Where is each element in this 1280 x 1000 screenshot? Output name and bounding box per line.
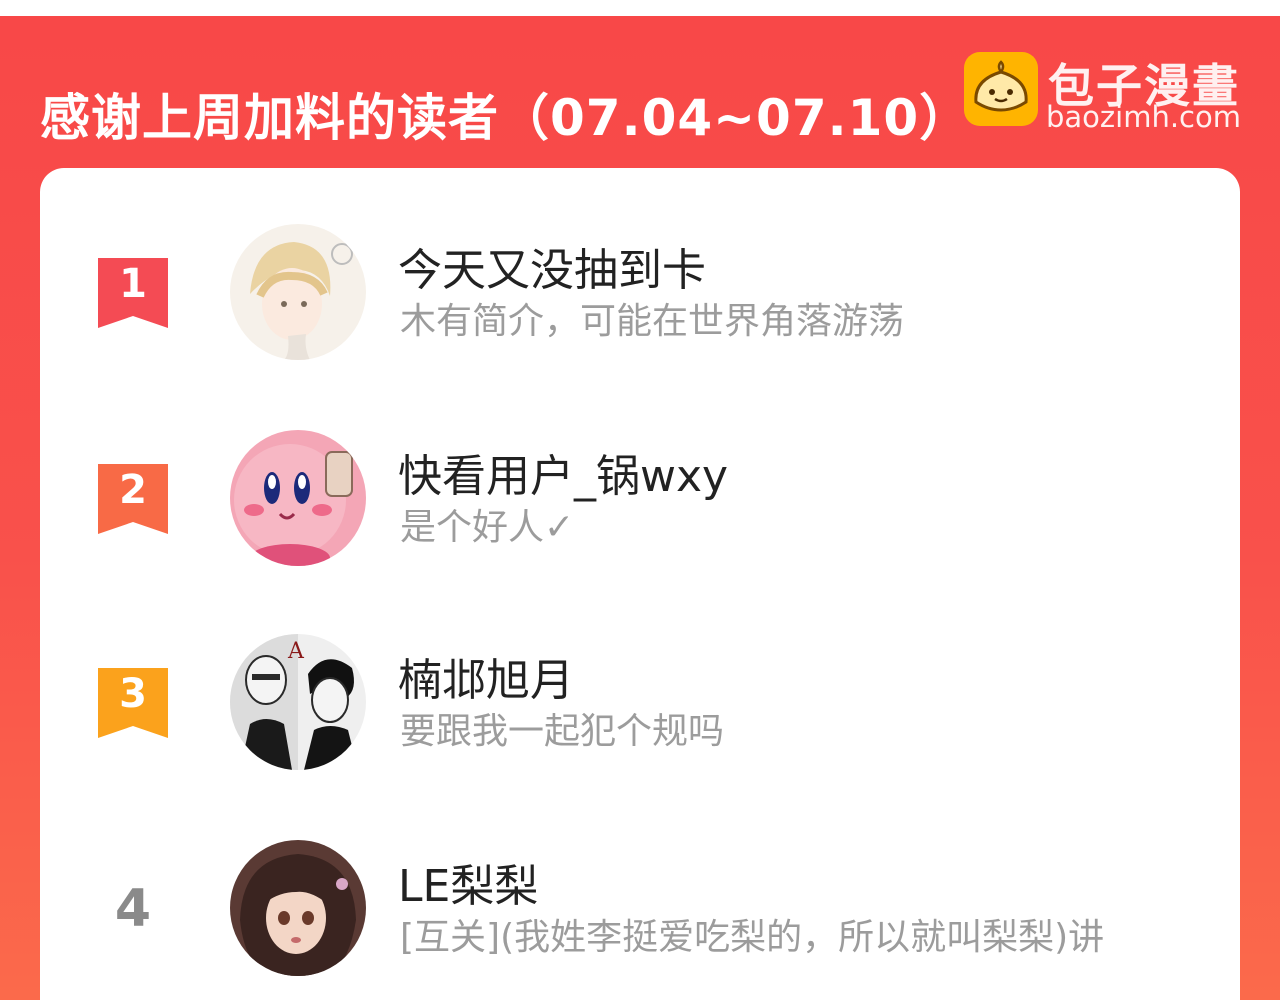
reader-bio: [互关](我姓李挺爱吃梨的，所以就叫梨梨)讲	[400, 917, 1105, 958]
list-item[interactable]: 2 快看用户_锅wxy 是个好人✓	[40, 430, 1240, 570]
reader-name[interactable]: 楠邶旭月	[398, 644, 574, 708]
avatar[interactable]	[230, 840, 366, 976]
avatar[interactable]	[230, 224, 366, 360]
baozi-bun-icon	[964, 52, 1038, 126]
reader-bio: 要跟我一起犯个规吗	[400, 711, 725, 752]
avatar[interactable]	[230, 430, 366, 566]
page-title: 感谢上周加料的读者（07.04~07.10）	[40, 89, 971, 147]
rank-number: 3	[119, 671, 147, 717]
list-item[interactable]: 1 今天又没抽到卡 木有简介，可能在世界角落游荡	[40, 224, 1240, 364]
brand-url: baozimh.com	[1046, 100, 1241, 134]
list-item[interactable]: 3 A 楠邶旭月 要跟我一起犯个规吗	[40, 634, 1240, 774]
rank-badge: 1	[98, 258, 168, 328]
reader-bio: 木有简介，可能在世界角落游荡	[400, 301, 905, 342]
reader-name[interactable]: 快看用户_锅wxy	[398, 440, 728, 504]
rank-badge: 3	[98, 668, 168, 738]
rank-number: 1	[119, 261, 147, 307]
rank-badge: 2	[98, 464, 168, 534]
rank-number: 4	[114, 879, 152, 939]
banner: 感谢上周加料的读者（07.04~07.10） 包子漫畫 baozimh.com …	[0, 16, 1280, 1000]
list-item[interactable]: 4 LE梨梨 [互关](我姓李挺爱吃梨的，所以就叫梨梨)讲	[40, 840, 1240, 980]
reader-list-card: 1 今天又没抽到卡 木有简介，可能在世界角落游荡 2 快看用户_锅wxy 是个好…	[40, 168, 1240, 1000]
reader-bio: 是个好人✓	[400, 507, 575, 548]
reader-name[interactable]: LE梨梨	[398, 850, 538, 914]
reader-name[interactable]: 今天又没抽到卡	[398, 234, 706, 298]
svg-text:A: A	[287, 639, 305, 664]
rank-number: 2	[119, 467, 147, 513]
brand-watermark: 包子漫畫 baozimh.com	[964, 50, 1264, 140]
avatar[interactable]: A	[230, 634, 366, 770]
